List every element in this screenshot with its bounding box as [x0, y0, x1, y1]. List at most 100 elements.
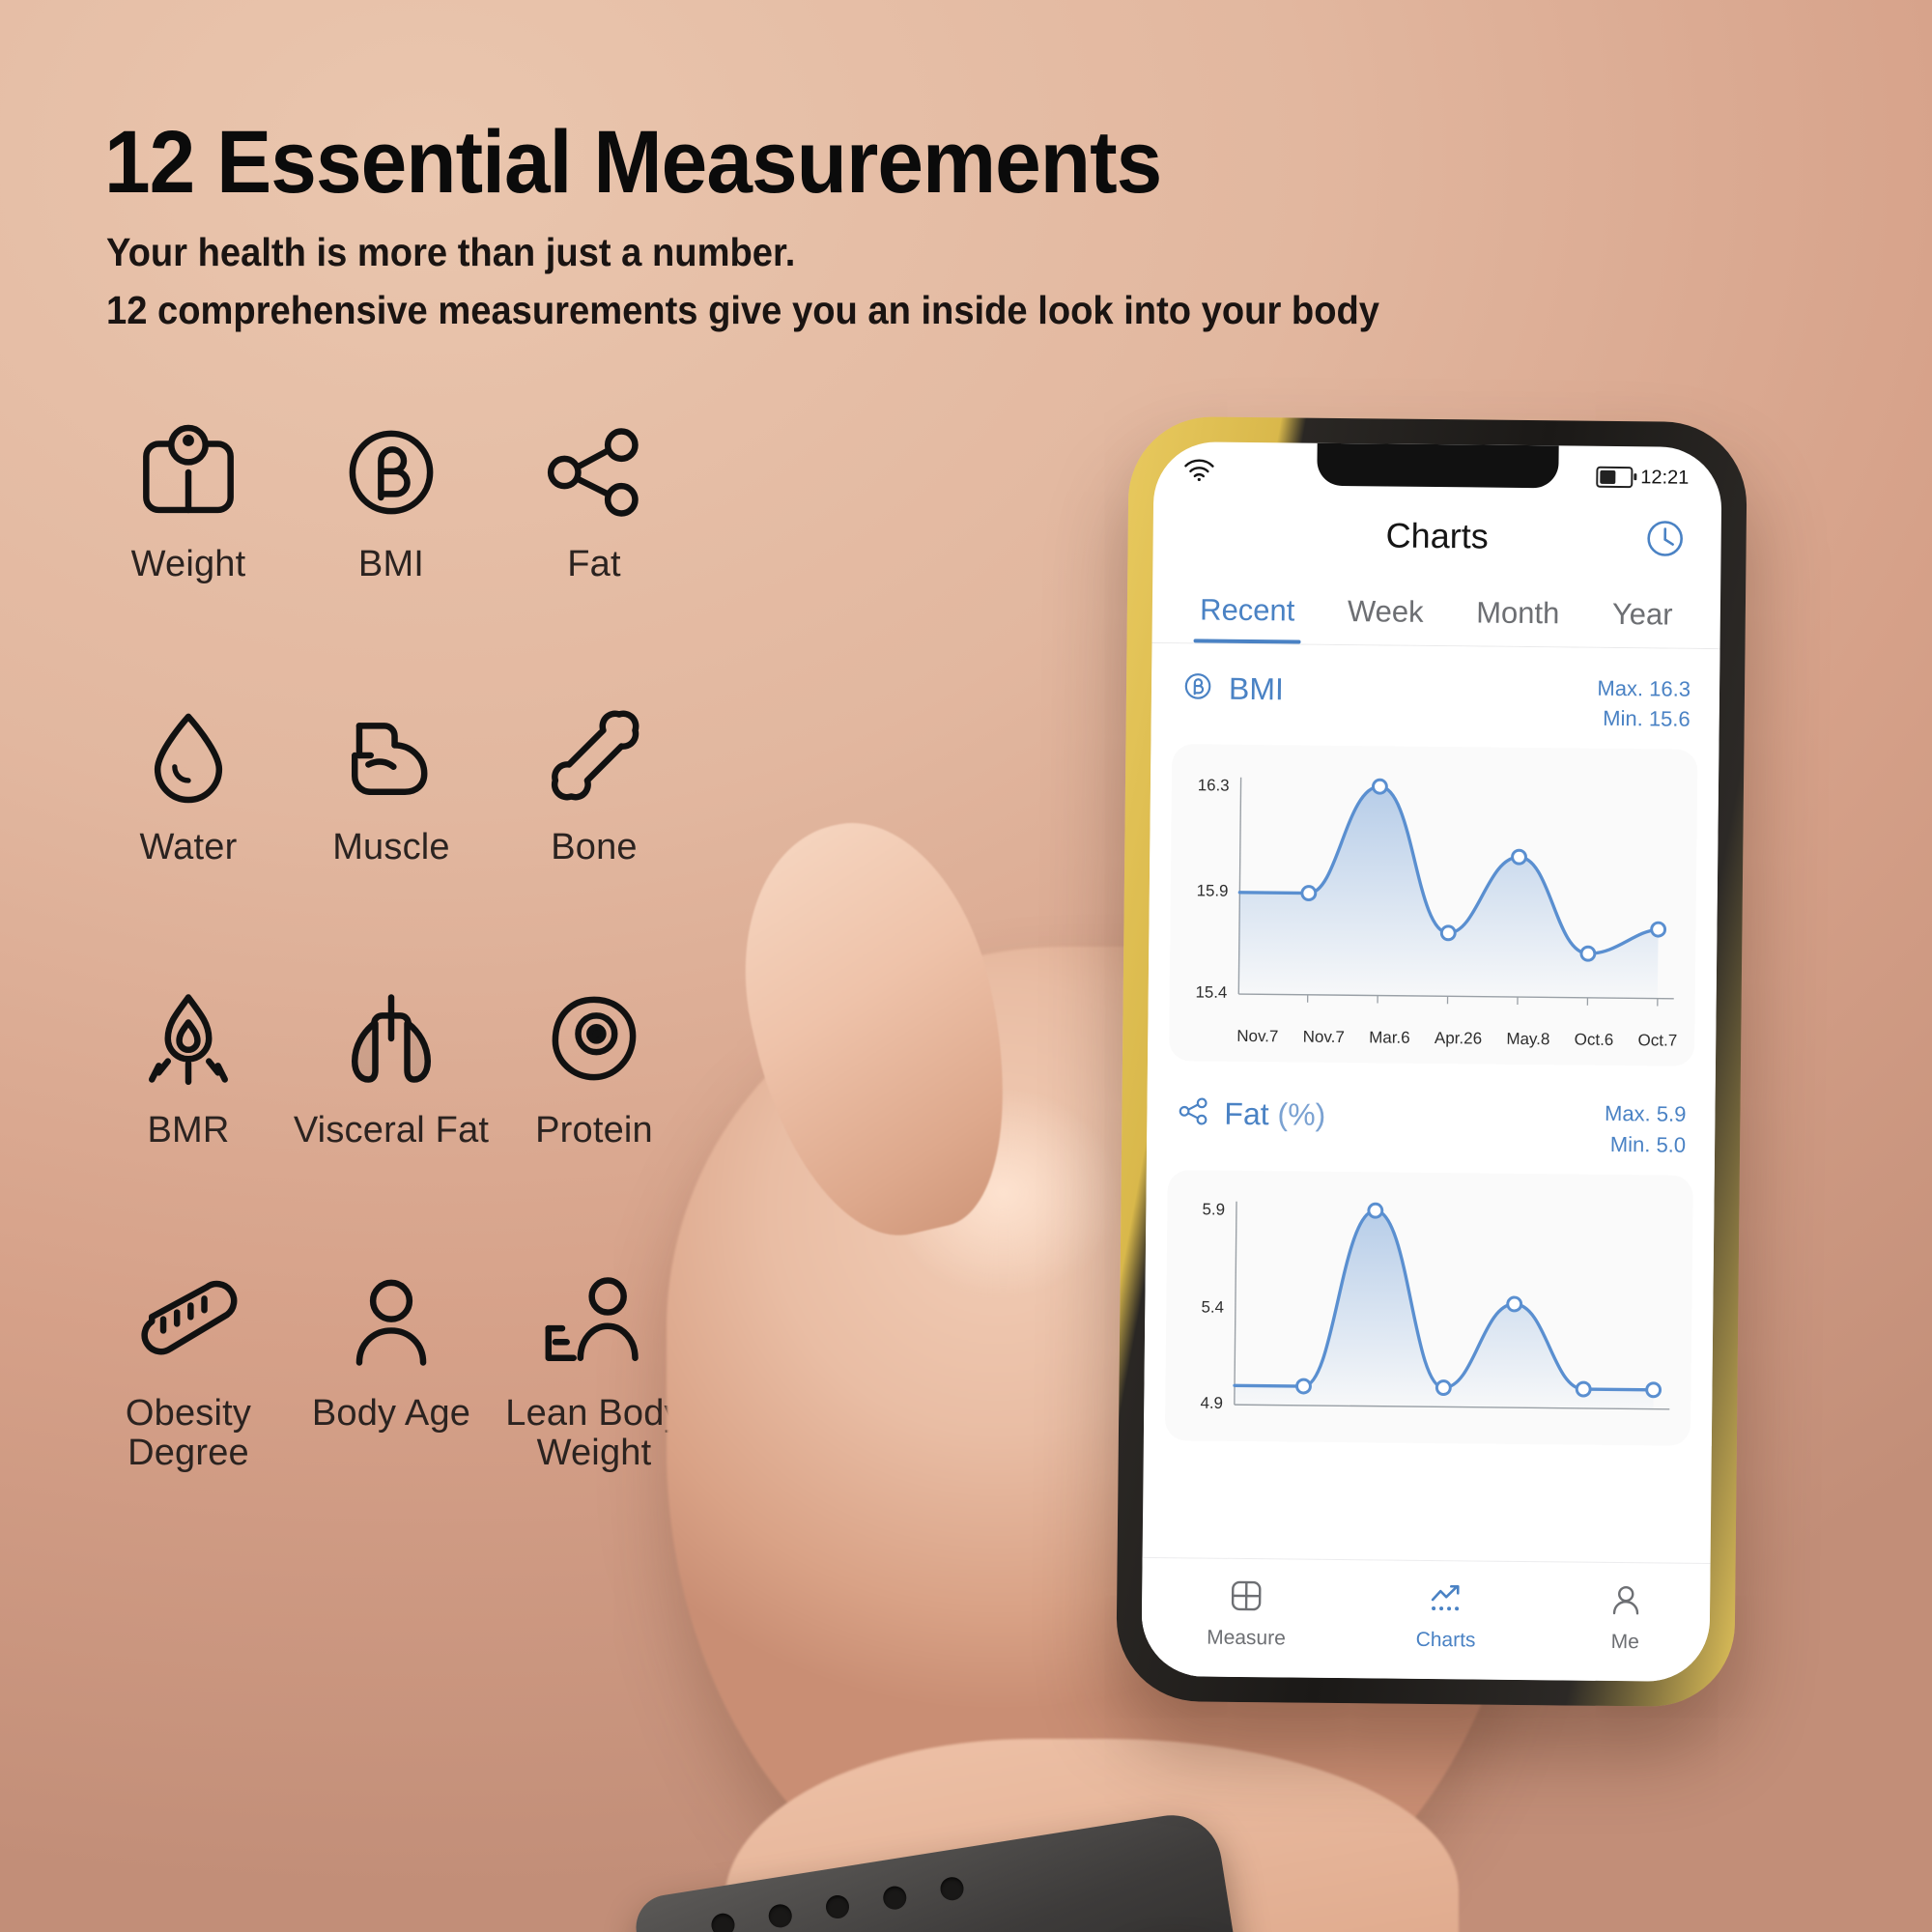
- svg-text:5.4: 5.4: [1201, 1297, 1224, 1316]
- tabbar-item-charts[interactable]: Charts: [1416, 1578, 1477, 1653]
- line-chart-bmi: 16.3 15.9 15.4: [1195, 777, 1674, 1007]
- subtitle-line-1: Your health is more than just a number.: [106, 230, 796, 274]
- x-tick: Mar.6: [1369, 1028, 1410, 1048]
- status-bar: 12:21: [1153, 441, 1722, 503]
- fat-share-icon: [536, 415, 652, 529]
- measurement-label: Water: [139, 827, 238, 868]
- bone-icon: [536, 698, 652, 812]
- section-header-fat: Fat (%) Max. 5.9 Min. 5.0: [1147, 1061, 1716, 1170]
- measurement-label: Body Age: [311, 1393, 471, 1435]
- status-time: 12:21: [1640, 466, 1690, 489]
- x-tick: Oct.7: [1637, 1031, 1678, 1051]
- measurement-item-obesity-degree: Obesity Degree: [87, 1264, 290, 1473]
- tab-recent[interactable]: Recent: [1200, 592, 1295, 643]
- measurement-item-water: Water: [87, 698, 290, 867]
- measurement-item-protein: Protein: [493, 981, 696, 1151]
- line-chart-fat: 5.9 5.4 4.9: [1200, 1200, 1670, 1412]
- wrist: [724, 1739, 1459, 1932]
- tab-week[interactable]: Week: [1348, 594, 1424, 645]
- subtitle-line-2: 12 comprehensive measurements give you a…: [106, 288, 1379, 332]
- x-tick: Apr.26: [1434, 1029, 1483, 1048]
- watch-body: [1046, 1916, 1301, 1932]
- measurement-grid: Weight BMI Fat Water Muscle Bone BMR Vis…: [87, 415, 696, 1473]
- bmi-icon: [333, 415, 449, 529]
- person-icon: [333, 1264, 449, 1378]
- x-tick: Nov.7: [1236, 1027, 1279, 1046]
- battery-icon: [1596, 466, 1634, 489]
- measurement-label: BMR: [147, 1110, 230, 1151]
- svg-text:5.9: 5.9: [1203, 1200, 1226, 1218]
- bmi-icon: [1180, 668, 1215, 708]
- promo-graphic: 12 Essential Measurements Your health is…: [0, 0, 1932, 1932]
- x-tick: Oct.6: [1574, 1030, 1614, 1050]
- x-tick: Nov.7: [1302, 1027, 1345, 1047]
- metric-max: Max. 16.3: [1597, 675, 1691, 701]
- metric-range: Max. 5.9 Min. 5.0: [1605, 1098, 1687, 1159]
- metric-title-group: Fat (%): [1176, 1094, 1325, 1136]
- metric-min: Min. 5.0: [1609, 1131, 1687, 1157]
- measurement-label: Fat: [567, 544, 621, 584]
- tabbar-item-measure[interactable]: Measure: [1207, 1577, 1286, 1651]
- band-hole: [881, 1884, 908, 1912]
- chart-card-fat: 5.9 5.4 4.9: [1164, 1170, 1693, 1446]
- fat-share-icon: [1176, 1094, 1210, 1134]
- measurement-label: Lean Body Weight: [505, 1393, 683, 1474]
- chart-range-tabs: Recent Week Month Year: [1151, 568, 1721, 650]
- tab-month[interactable]: Month: [1476, 595, 1560, 646]
- band-hole: [709, 1912, 737, 1932]
- clock-icon[interactable]: [1641, 515, 1689, 562]
- tabbar-label: Me: [1610, 1630, 1640, 1654]
- lean-body-icon: [536, 1264, 652, 1378]
- metric-unit: (%): [1277, 1096, 1326, 1133]
- bottom-tab-bar: Measure Charts Me: [1141, 1556, 1711, 1683]
- tabbar-label: Measure: [1207, 1626, 1286, 1650]
- measurement-label: Protein: [535, 1110, 653, 1151]
- metric-max: Max. 5.9: [1604, 1101, 1687, 1127]
- svg-text:16.3: 16.3: [1198, 777, 1230, 795]
- chart-icon: [1427, 1578, 1465, 1623]
- chart-card-bmi: 16.3 15.9 15.4 Nov.7 Nov.7 Mar.6 Apr.26 …: [1168, 744, 1698, 1067]
- measurement-label: Visceral Fat: [293, 1110, 490, 1151]
- tabbar-item-me[interactable]: Me: [1605, 1580, 1645, 1654]
- lungs-icon: [333, 981, 449, 1095]
- measurement-item-bmi: BMI: [290, 415, 493, 584]
- grid-icon: [1227, 1577, 1265, 1621]
- measurement-label: Bone: [551, 827, 638, 868]
- measurement-item-bone: Bone: [493, 698, 696, 867]
- page-title: 12 Essential Measurements: [104, 113, 1162, 212]
- section-header-bmi: BMI Max. 16.3 Min. 15.6: [1151, 643, 1719, 745]
- wifi-icon: [1182, 458, 1215, 487]
- measurement-item-bmr: BMR: [87, 981, 290, 1151]
- measurement-item-visceral-fat: Visceral Fat: [290, 981, 493, 1151]
- metric-name-text: Fat: [1224, 1096, 1269, 1132]
- tab-year[interactable]: Year: [1612, 597, 1673, 648]
- watch-band-holes: [709, 1875, 966, 1932]
- watch-band: [631, 1807, 1249, 1932]
- nav-bar: Charts: [1152, 497, 1721, 575]
- metric-name: Fat (%): [1224, 1096, 1325, 1133]
- svg-text:15.4: 15.4: [1195, 983, 1227, 1002]
- svg-text:15.9: 15.9: [1197, 882, 1229, 900]
- band-hole: [938, 1875, 966, 1902]
- metric-min: Min. 15.6: [1603, 706, 1690, 732]
- smartphone: 12:21 Charts Recent Week Month Year BMI …: [1116, 415, 1747, 1708]
- page-title: Charts: [1385, 515, 1489, 556]
- protein-icon: [536, 981, 652, 1095]
- measurement-item-body-age: Body Age: [290, 1264, 493, 1473]
- measurement-item-lean-body-weight: Lean Body Weight: [493, 1264, 696, 1473]
- metric-name: BMI: [1228, 670, 1285, 707]
- charts-scroll-area[interactable]: BMI Max. 16.3 Min. 15.6 16.3 15.9 15.4 N…: [1143, 642, 1720, 1446]
- metric-title-group: BMI: [1180, 668, 1284, 709]
- measurement-item-muscle: Muscle: [290, 698, 493, 867]
- measurement-label: Muscle: [332, 827, 450, 868]
- metric-range: Max. 16.3 Min. 15.6: [1597, 673, 1690, 734]
- phone-screen: 12:21 Charts Recent Week Month Year BMI …: [1141, 440, 1722, 1683]
- measurement-label: BMI: [357, 544, 425, 584]
- muscle-arm-icon: [333, 698, 449, 812]
- water-drop-icon: [130, 698, 246, 812]
- measuring-tape-icon: [130, 1264, 246, 1378]
- measurement-label: Obesity Degree: [125, 1393, 252, 1474]
- svg-text:4.9: 4.9: [1200, 1394, 1223, 1412]
- measurement-item-weight: Weight: [87, 415, 290, 584]
- band-hole: [767, 1902, 794, 1930]
